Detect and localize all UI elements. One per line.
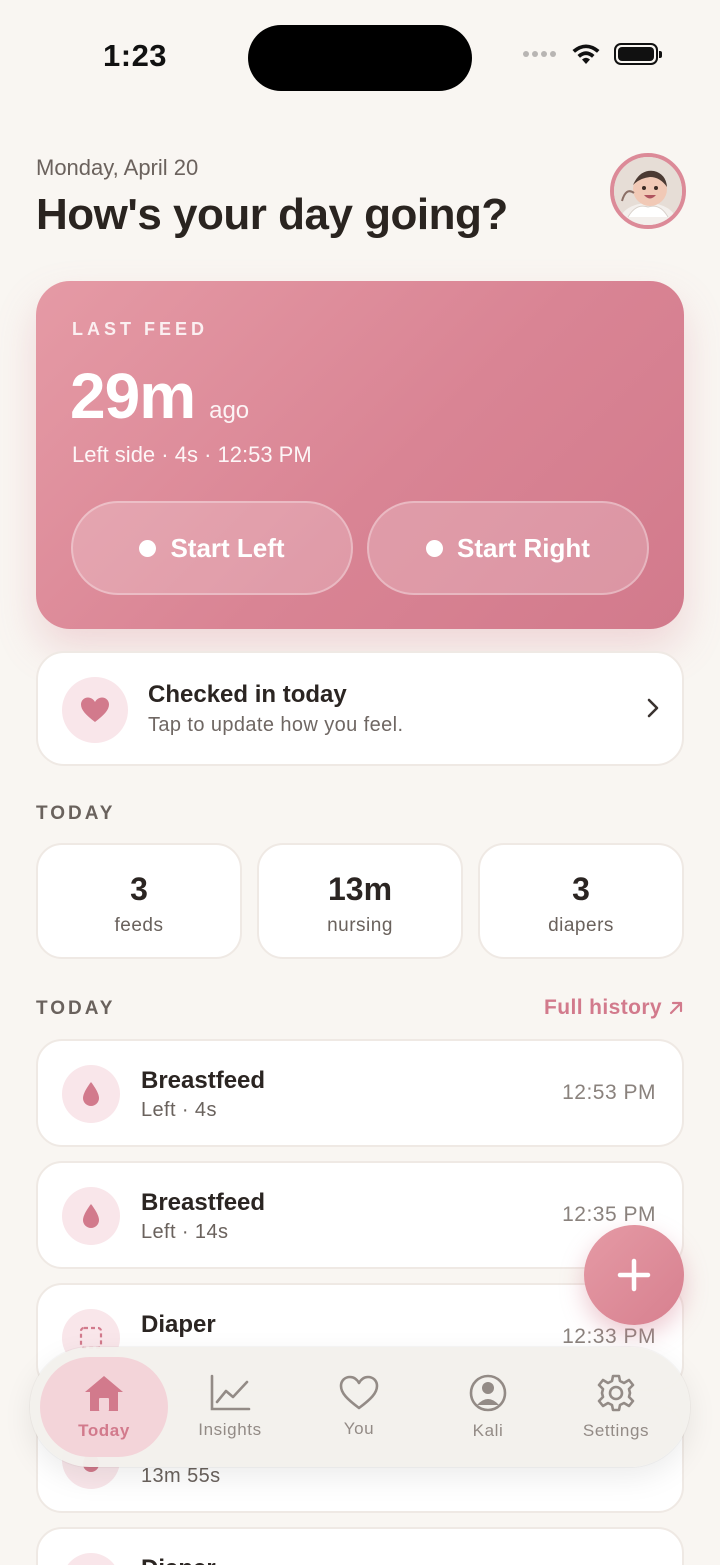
dot-icon (139, 539, 157, 557)
checkin-card[interactable]: Checked in today Tap to update how you f… (36, 651, 684, 766)
avatar[interactable] (610, 153, 686, 229)
stat-label: nursing (327, 915, 393, 936)
log-entry[interactable]: Breastfeed Left · 14s 12:35 PM (36, 1161, 684, 1269)
log-entry-title: Diaper (141, 1311, 216, 1338)
arrow-up-right-icon (669, 1001, 683, 1015)
log-entry-subtitle: Left · 4s (141, 1099, 217, 1121)
log-entry-title: Breastfeed (141, 1189, 266, 1216)
stat-label: diapers (548, 915, 614, 936)
stat-label: feeds (114, 915, 164, 936)
battery-icon (614, 43, 662, 65)
last-feed-value: 29m (70, 360, 196, 432)
start-left-button[interactable]: Start Left (71, 501, 353, 595)
tab-label: Today (78, 1421, 130, 1440)
last-feed-detail: Left side · 4s · 12:53 PM (72, 442, 312, 467)
log-section-label: TODAY (36, 998, 116, 1019)
heart-icon (339, 1375, 379, 1410)
drop-icon (62, 1187, 120, 1245)
last-feed-suffix: ago (209, 397, 250, 424)
stat-value: 3 (572, 871, 590, 907)
stat-value: 13m (327, 871, 393, 907)
cellular-signal-icon (523, 51, 556, 57)
status-icons (523, 42, 662, 66)
tab-insights[interactable]: Insights (166, 1357, 294, 1457)
checkin-subtitle: Tap to update how you feel. (148, 714, 404, 736)
chevron-right-icon (647, 698, 659, 718)
log-entry-time: 12:53 PM (562, 1081, 656, 1104)
tab-settings[interactable]: Settings (552, 1357, 680, 1457)
log-entry-subtitle: 13m 55s (141, 1465, 221, 1487)
tab-bar: Today Insights You Kali Settings (30, 1347, 690, 1467)
checkin-title: Checked in today (148, 681, 347, 708)
wifi-icon (572, 44, 600, 64)
date-label: Monday, April 20 (36, 155, 199, 180)
log-entry-time: 12:35 PM (562, 1203, 656, 1226)
diaper-icon (62, 1553, 120, 1565)
status-time: 1:23 (103, 38, 168, 73)
home-icon (85, 1376, 123, 1411)
dot-icon (426, 539, 444, 557)
stat-feeds: 3 feeds (36, 843, 242, 959)
log-entry[interactable]: Diaper (36, 1527, 684, 1565)
log-entry-title: Breastfeed (141, 1067, 266, 1094)
full-history-link[interactable]: Full history (544, 996, 684, 1020)
full-history-label: Full history (544, 996, 662, 1019)
add-entry-button[interactable] (584, 1225, 684, 1325)
last-feed-label: LAST FEED (72, 319, 209, 339)
last-feed-card[interactable]: LAST FEED 29m ago Left side · 4s · 12:53… (36, 281, 684, 629)
start-right-button[interactable]: Start Right (367, 501, 649, 595)
person-icon (469, 1374, 507, 1412)
tab-kali[interactable]: Kali (424, 1357, 552, 1457)
tab-label: Insights (198, 1420, 262, 1439)
drop-icon (62, 1065, 120, 1123)
stat-diapers: 3 diapers (478, 843, 684, 959)
stat-nursing: 13m nursing (257, 843, 463, 959)
log-entry-subtitle: Left · 14s (141, 1221, 229, 1243)
heart-icon (62, 677, 128, 743)
log-entry[interactable]: Breastfeed Left · 4s 12:53 PM (36, 1039, 684, 1147)
tab-label: You (343, 1419, 375, 1438)
tab-today[interactable]: Today (40, 1357, 168, 1457)
start-right-label: Start Right (457, 532, 590, 563)
gear-icon (597, 1374, 635, 1412)
tab-label: Settings (582, 1421, 650, 1440)
stats-section-label: TODAY (36, 803, 116, 824)
tab-label: Kali (472, 1421, 504, 1440)
start-left-label: Start Left (170, 532, 285, 563)
log-entry-title: Diaper (141, 1555, 216, 1565)
tab-you[interactable]: You (295, 1357, 423, 1457)
last-feed-elapsed: 29m ago (70, 359, 249, 433)
chart-icon (210, 1374, 251, 1411)
dynamic-island (248, 25, 472, 91)
page-title: How's your day going? (36, 190, 508, 239)
stat-value: 3 (130, 871, 148, 907)
log-entry-time: 12:33 PM (562, 1325, 656, 1348)
plus-icon (617, 1258, 651, 1292)
